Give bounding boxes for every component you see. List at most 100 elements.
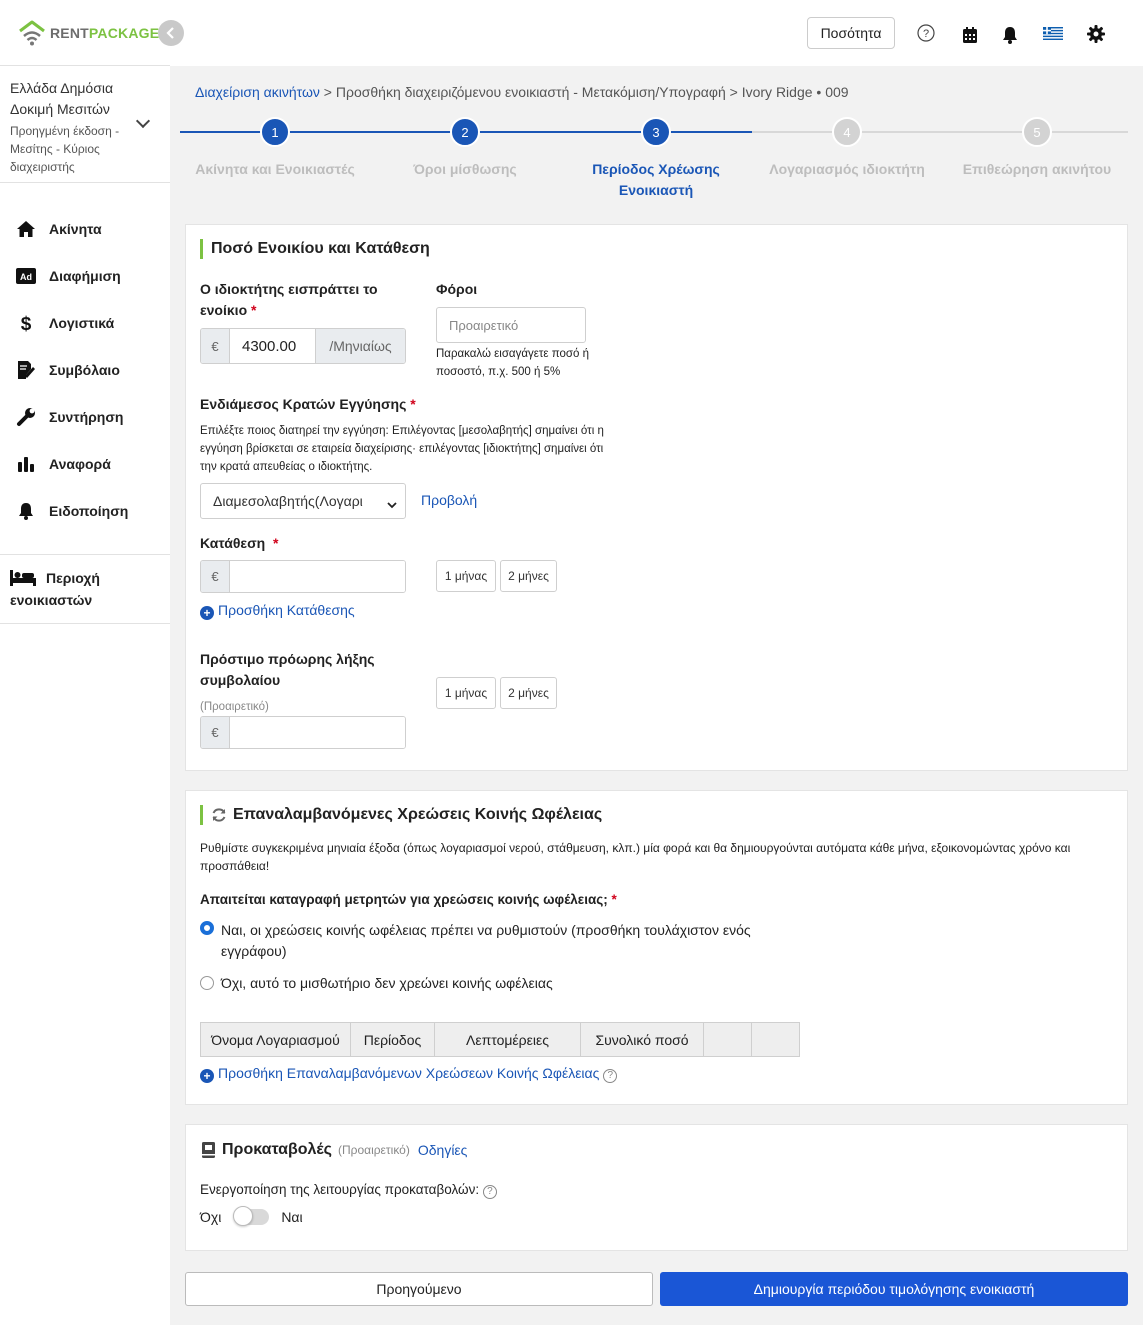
currency-addon: € <box>201 717 230 748</box>
sidebar-item-notifications[interactable]: Ειδοποίηση <box>0 487 170 534</box>
prepay-guide-link[interactable]: Οδηγίες <box>418 1142 468 1158</box>
rent-amount-input-group: € 4300.00 /Μηνιαίως <box>200 328 406 364</box>
step-number: 1 <box>260 117 290 147</box>
step-4: 4 Λογαριασμός ιδιοκτήτη <box>752 117 942 180</box>
gear-icon[interactable] <box>1087 25 1105 46</box>
radio-no[interactable] <box>200 976 214 990</box>
step-label: Λογαριασμός ιδιοκτήτη <box>769 161 925 177</box>
sidebar-item-label: Λογιστικά <box>49 314 115 331</box>
tenant-area-label-1: Περιοχή <box>46 570 100 586</box>
early-termination-input-group: € <box>200 716 406 749</box>
step-label: Περίοδος Χρέωσης Ενοικιαστή <box>592 161 720 198</box>
utilities-card-title: Επαναλαμβανόμενες Χρεώσεις Κοινής Ωφέλει… <box>200 805 602 825</box>
calendar-icon[interactable] <box>963 27 977 46</box>
breadcrumb-current: Ivory Ridge • 009 <box>741 84 849 100</box>
logo[interactable]: RENTPACKAGE <box>0 0 184 66</box>
prepay-optional: (Προαιρετικό) <box>337 1143 410 1157</box>
radio-yes[interactable] <box>200 921 214 935</box>
sidebar-item-label: Αναφορά <box>49 455 111 472</box>
sidebar-item-label: Διαφήμιση <box>49 267 121 284</box>
add-deposit-link[interactable]: + Προσθήκη Κατάθεσης <box>200 602 355 620</box>
plus-circle-icon: + <box>200 1069 214 1083</box>
currency-addon: € <box>201 561 230 592</box>
sidebar-item-advertising[interactable]: Ad Διαφήμιση <box>0 252 170 299</box>
rent-amount-input[interactable]: 4300.00 <box>230 329 315 363</box>
meter-question: Απαιτείται καταγραφή μετρητών για χρεώσε… <box>200 892 617 907</box>
previous-button[interactable]: Προηγούμενο <box>185 1272 653 1306</box>
create-billing-period-button[interactable]: Δημιουργία περιόδου τιμολόγησης ενοικιασ… <box>660 1272 1128 1306</box>
prepay-toggle[interactable] <box>233 1206 270 1226</box>
column-header: Περίοδος <box>350 1022 435 1057</box>
sidebar-item-label: Συμβόλαιο <box>49 361 120 378</box>
svg-text:?: ? <box>923 28 929 40</box>
brand-name: RENTPACKAGE <box>50 24 160 41</box>
deposit-2-months-button[interactable]: 2 μήνες <box>500 560 557 592</box>
prepay-card-title: Προκαταβολές (Προαιρετικό) Οδηγίες <box>202 1141 467 1159</box>
home-icon <box>15 220 37 238</box>
collapse-sidebar-button[interactable] <box>158 20 184 46</box>
rent-period-addon: /Μηνιαίως <box>315 329 405 363</box>
dollar-icon: $ <box>15 313 37 333</box>
account-switcher[interactable]: Ελλάδα Δημόσια Δοκιμή Μεσιτών Προηγμένη … <box>0 66 170 183</box>
wrench-icon <box>15 407 37 427</box>
column-header: Λεπτομέρειες <box>434 1022 581 1057</box>
help-icon[interactable]: ? <box>482 1184 497 1199</box>
recurring-utilities-card: Επαναλαμβανόμενες Χρεώσεις Κοινής Ωφέλει… <box>185 790 1128 1105</box>
top-header: Ποσότητα ? <box>170 0 1143 66</box>
plus-circle-icon: + <box>200 606 214 620</box>
currency-addon: € <box>201 329 230 363</box>
svg-text:Ad: Ad <box>20 272 32 282</box>
sidebar-item-reports[interactable]: Αναφορά <box>0 440 170 487</box>
sidebar-item-tenant-area[interactable]: Περιοχή ενοικιαστών <box>0 554 170 624</box>
prepayments-card: Προκαταβολές (Προαιρετικό) Οδηγίες Ενεργ… <box>185 1124 1128 1251</box>
column-header: Συνολικό ποσό <box>580 1022 704 1057</box>
sidebar-item-label: Συντήρηση <box>49 408 124 425</box>
deposit-holder-select[interactable]: Διαμεσολαβητής(Λογαρι <box>200 483 406 519</box>
option-no-label: Όχι, αυτό το μισθωτήριο δεν χρεώνει κοιν… <box>221 975 553 991</box>
tax-help-text: Παρακαλώ εισαγάγετε ποσό ή ποσοστό, π.χ.… <box>436 348 589 378</box>
breadcrumb-sep: > <box>323 84 332 100</box>
deposit-input[interactable] <box>230 561 405 592</box>
toggle-on-label: Ναι <box>281 1209 303 1225</box>
deposit-input-group: € <box>200 560 406 593</box>
deposit-holder-select-value: Διαμεσολαβητής(Λογαρι <box>213 493 363 509</box>
step-number: 2 <box>450 117 480 147</box>
help-icon[interactable]: ? <box>603 1068 618 1083</box>
rent-label: Ο ιδιοκτήτης εισπράττει το ενοίκιο * <box>200 281 378 318</box>
chevron-down-icon <box>135 113 151 129</box>
early-termination-optional: (Προαιρετικό) <box>200 701 269 713</box>
deposit-holder-label: Ενδιάμεσος Κρατών Εγγύησης * <box>200 396 416 412</box>
penalty-1-month-button[interactable]: 1 μήνας <box>436 677 496 709</box>
sidebar-item-accounting[interactable]: $ Λογιστικά <box>0 299 170 346</box>
sidebar-item-properties[interactable]: Ακίνητα <box>0 205 170 252</box>
progress-stepper: 1 Ακίνητα και Ενοικιαστές 2 Όροι μίσθωση… <box>180 115 1128 205</box>
deposit-holder-view-link[interactable]: Προβολή <box>421 492 477 508</box>
utilities-option-yes[interactable]: Ναι, οι χρεώσεις κοινής ωφέλειας πρέπει … <box>200 920 751 962</box>
penalty-2-months-button[interactable]: 2 μήνες <box>500 677 557 709</box>
notification-bell-icon[interactable] <box>1002 26 1018 47</box>
quantity-button[interactable]: Ποσότητα <box>807 17 895 49</box>
breadcrumb: Διαχείριση ακινήτων > Προσθήκη διαχειριζ… <box>195 84 849 100</box>
step-number: 3 <box>641 117 671 147</box>
bed-icon <box>10 570 36 586</box>
bell-icon <box>15 502 37 520</box>
step-2: 2 Όροι μίσθωσης <box>370 117 560 180</box>
book-icon <box>202 1142 215 1158</box>
tax-input[interactable]: Προαιρετικό <box>436 307 586 343</box>
deposit-1-month-button[interactable]: 1 μήνας <box>436 560 496 592</box>
account-role: Προηγμένη έκδοση - Μεσίτης - Κύριος διαχ… <box>10 124 120 174</box>
tenant-area-label-2: ενοικιαστών <box>10 592 93 608</box>
sidebar-item-label: Ειδοποίηση <box>49 502 129 519</box>
utilities-option-no[interactable]: Όχι, αυτό το μισθωτήριο δεν χρεώνει κοιν… <box>200 975 553 991</box>
add-recurring-utility-link[interactable]: + Προσθήκη Επαναλαμβανόμενων Χρεώσεων Κοι… <box>200 1065 618 1083</box>
greek-flag-icon[interactable] <box>1043 27 1063 43</box>
chevron-left-icon <box>166 27 174 39</box>
sidebar-item-maintenance[interactable]: Συντήρηση <box>0 393 170 440</box>
chevron-down-icon <box>387 496 397 512</box>
sidebar-item-contract[interactable]: Συμβόλαιο <box>0 346 170 393</box>
help-icon[interactable]: ? <box>917 24 935 45</box>
breadcrumb-link-property-management[interactable]: Διαχείριση ακινήτων <box>195 84 320 100</box>
deposit-holder-help: Επιλέξτε ποιος διατηρεί την εγγύηση: Επι… <box>200 425 604 473</box>
rent-deposit-card: Ποσό Ενοικίου και Κατάθεση Ο ιδιοκτήτης … <box>185 224 1128 771</box>
early-termination-input[interactable] <box>230 717 405 748</box>
